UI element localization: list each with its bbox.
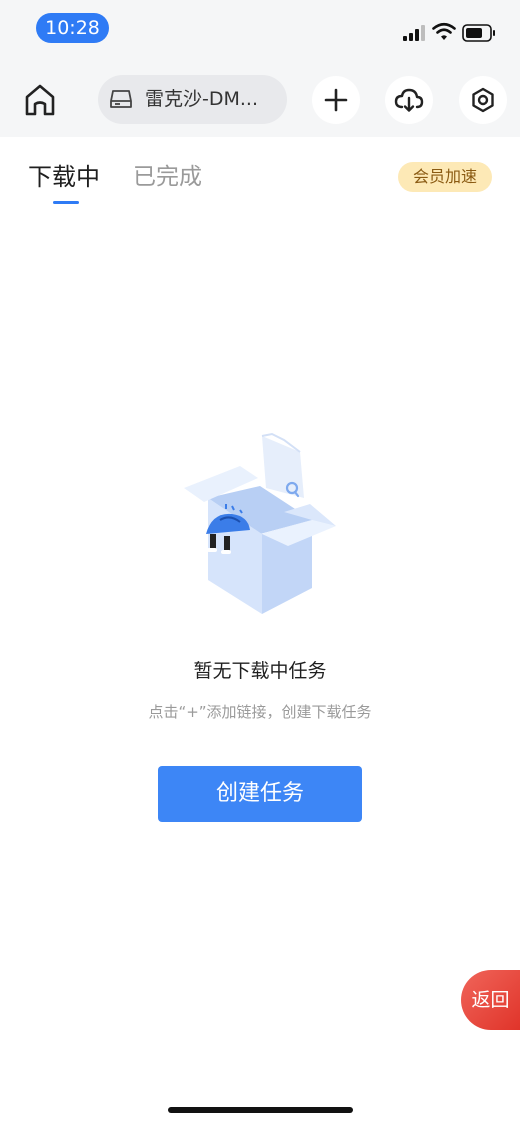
settings-icon	[472, 87, 494, 113]
cellular-signal-icon	[403, 25, 425, 41]
back-button[interactable]: 返回	[461, 970, 520, 1030]
device-name: 雷克沙-DM...	[145, 88, 258, 110]
home-indicator[interactable]	[168, 1107, 353, 1113]
empty-state-description: 点击“+”添加链接，创建下载任务	[148, 703, 372, 721]
home-icon[interactable]	[22, 80, 58, 120]
cloud-download-icon	[394, 88, 424, 112]
empty-state-title: 暂无下载中任务	[193, 660, 327, 682]
wifi-icon	[432, 22, 456, 40]
plus-icon	[324, 88, 348, 112]
drive-icon	[110, 90, 132, 108]
cloud-download-button[interactable]	[385, 76, 433, 124]
battery-icon	[462, 24, 495, 42]
settings-button[interactable]	[459, 76, 507, 124]
empty-box-illustration	[184, 432, 336, 614]
add-task-button[interactable]	[312, 76, 360, 124]
tab-downloading[interactable]: 下载中	[28, 160, 100, 194]
create-task-button[interactable]: 创建任务	[158, 766, 362, 822]
tab-completed[interactable]: 已完成	[133, 160, 202, 194]
status-time: 10:28	[36, 13, 109, 43]
tab-indicator	[53, 201, 79, 204]
vip-speedup-badge[interactable]: 会员加速	[398, 162, 492, 192]
